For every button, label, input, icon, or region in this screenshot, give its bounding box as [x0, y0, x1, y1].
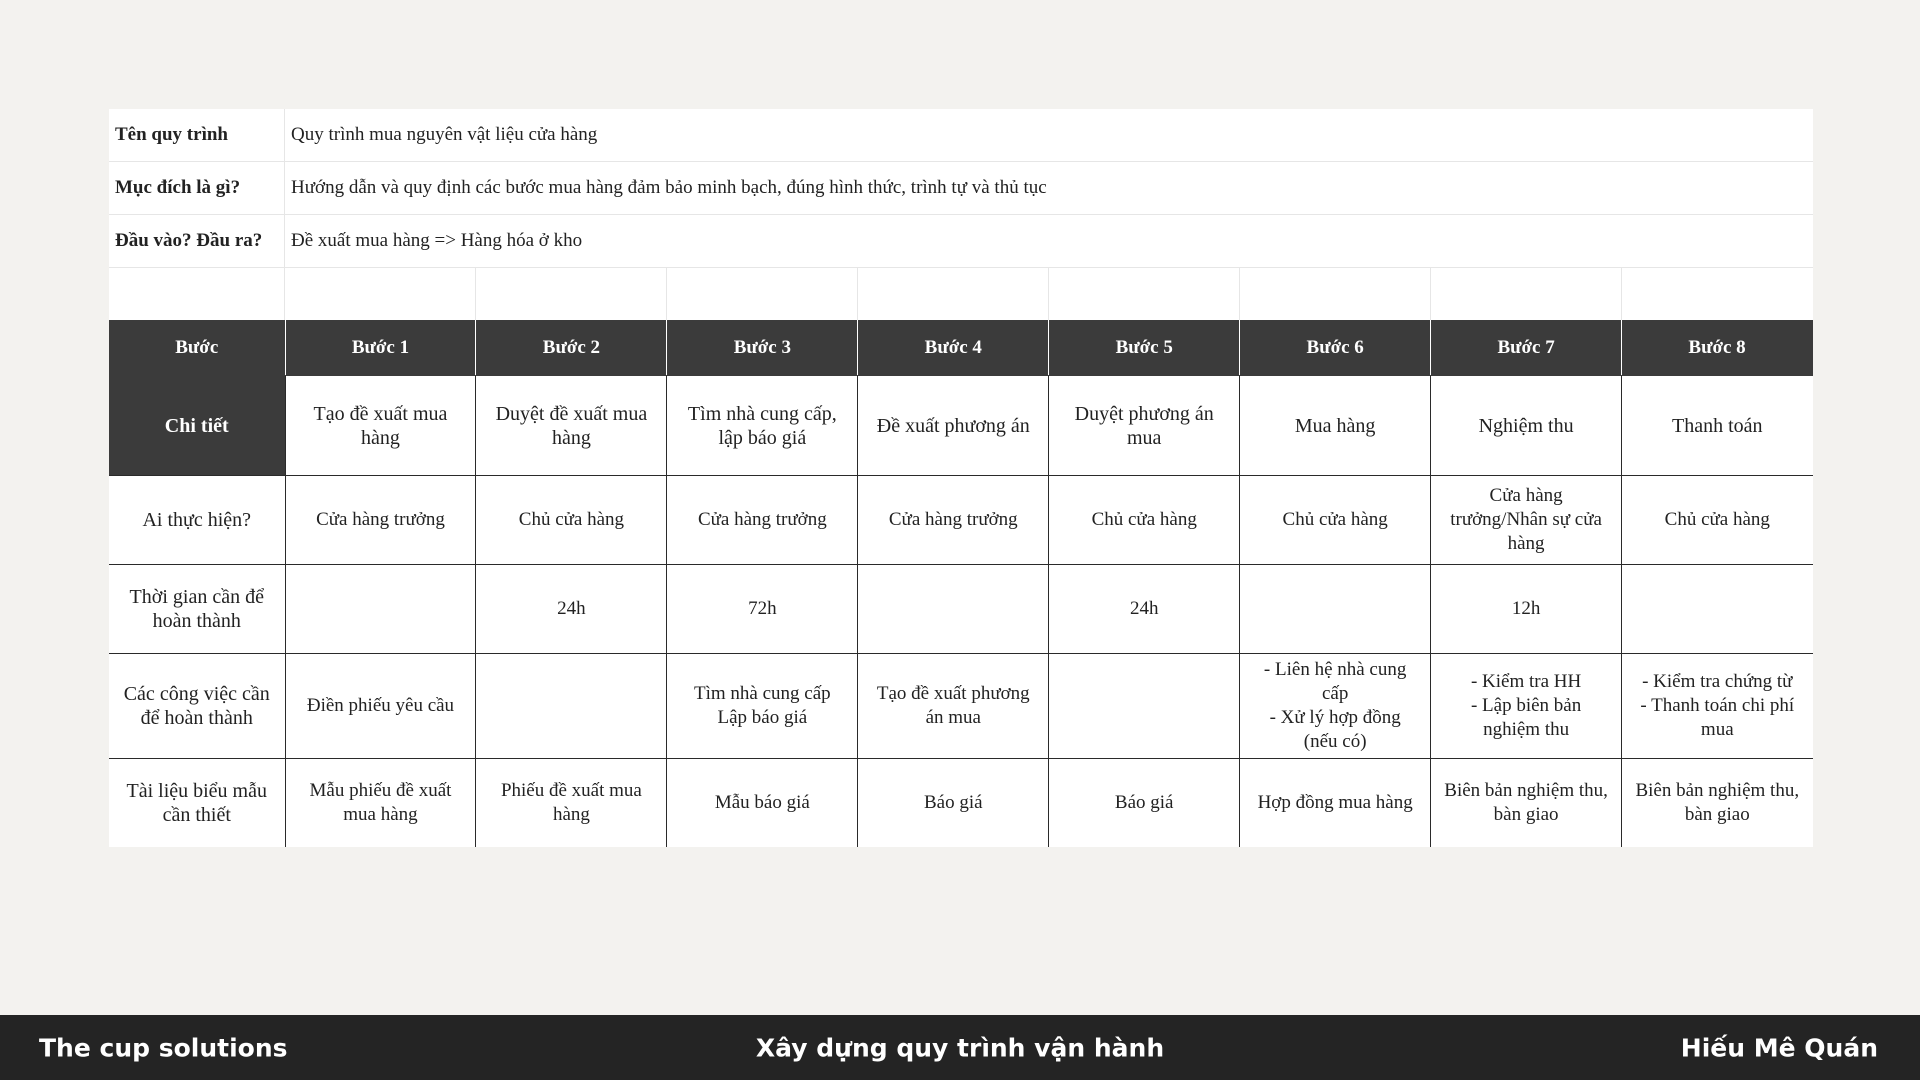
table-cell: Hợp đồng mua hàng	[1239, 758, 1432, 847]
row-label: Ai thực hiện?	[109, 475, 286, 565]
table-cell: Cửa hàng trưởng	[857, 475, 1050, 565]
table-cell	[475, 653, 668, 759]
table-cell: Mẫu phiếu đề xuất mua hàng	[284, 758, 477, 847]
table-cell: 24h	[1048, 564, 1241, 654]
table-cell: Chủ cửa hàng	[1621, 475, 1813, 565]
table-cell: Điền phiếu yêu cầu	[284, 653, 477, 759]
table-cell: Cửa hàng trưởng	[666, 475, 859, 565]
table-cell: Tạo đề xuất mua hàng	[284, 375, 477, 476]
table-cell	[284, 564, 477, 654]
table-cell	[1048, 653, 1241, 759]
header-cell: Bước 6	[1239, 320, 1432, 376]
table-cell: Chủ cửa hàng	[475, 475, 668, 565]
table-cell	[857, 564, 1050, 654]
table-cell: Cửa hàng trưởng	[284, 475, 477, 565]
table-cell: Duyệt phương án mua	[1048, 375, 1241, 476]
row-label: Các công việc cần để hoàn thành	[109, 653, 286, 759]
meta-value: Quy trình mua nguyên vật liệu cửa hàng	[291, 124, 598, 145]
spacer-row	[109, 268, 1813, 320]
header-cell: Bước 5	[1048, 320, 1241, 376]
meta-value: Hướng dẫn và quy định các bước mua hàng …	[291, 177, 1047, 198]
table-row: Thời gian cần để hoàn thành 24h 72h 24h …	[109, 564, 1813, 654]
row-label: Thời gian cần để hoàn thành	[109, 564, 286, 654]
table-cell: Biên bản nghiệm thu, bàn giao	[1621, 758, 1813, 847]
table-cell: Báo giá	[1048, 758, 1241, 847]
row-label: Chi tiết	[109, 375, 286, 476]
table-cell: 24h	[475, 564, 668, 654]
header-cell: Bước 1	[284, 320, 477, 376]
table-header-row: Bước Bước 1 Bước 2 Bước 3 Bước 4 Bước 5 …	[109, 320, 1813, 376]
table-cell: Đề xuất phương án	[857, 375, 1050, 476]
footer-brand: The cup solutions	[39, 1033, 288, 1062]
header-cell: Bước	[109, 320, 286, 376]
table-cell: Báo giá	[857, 758, 1050, 847]
table-cell: Duyệt đề xuất mua hàng	[475, 375, 668, 476]
footer-title: Xây dựng quy trình vận hành	[755, 1033, 1165, 1062]
meta-row-purpose: Mục đích là gì? Hướng dẫn và quy định cá…	[109, 162, 1813, 215]
table-cell: Tìm nhà cung cấp, lập báo giá	[666, 375, 859, 476]
table-cell: Tạo đề xuất phương án mua	[857, 653, 1050, 759]
table-cell: Chủ cửa hàng	[1048, 475, 1241, 565]
table-cell	[1621, 564, 1813, 654]
footer-author: Hiếu Mê Quán	[1680, 1033, 1878, 1062]
footer-bar: The cup solutions Xây dựng quy trình vận…	[0, 1015, 1920, 1080]
table-cell: - Kiểm tra chứng từ - Thanh toán chi phí…	[1621, 653, 1813, 759]
table-cell: 12h	[1430, 564, 1623, 654]
table-cell: Mua hàng	[1239, 375, 1432, 476]
table-cell: Nghiệm thu	[1430, 375, 1623, 476]
header-cell: Bước 2	[475, 320, 668, 376]
header-cell: Bước 8	[1621, 320, 1813, 376]
table-cell	[1239, 564, 1432, 654]
meta-row-name: Tên quy trình Quy trình mua nguyên vật l…	[109, 109, 1813, 162]
header-cell: Bước 7	[1430, 320, 1623, 376]
process-steps-table: Bước Bước 1 Bước 2 Bước 3 Bước 4 Bước 5 …	[109, 320, 1813, 847]
table-cell: 72h	[666, 564, 859, 654]
header-cell: Bước 4	[857, 320, 1050, 376]
table-cell: Mẫu báo giá	[666, 758, 859, 847]
table-cell: Cửa hàng trưởng/Nhân sự cửa hàng	[1430, 475, 1623, 565]
table-cell: - Liên hệ nhà cung cấp - Xử lý hợp đồng …	[1239, 653, 1432, 759]
header-cell: Bước 3	[666, 320, 859, 376]
table-row: Ai thực hiện? Cửa hàng trưởng Chủ cửa hà…	[109, 475, 1813, 565]
table-cell: Chủ cửa hàng	[1239, 475, 1432, 565]
meta-label: Mục đích là gì?	[109, 162, 285, 214]
table-cell: - Kiểm tra HH - Lập biên bản nghiệm thu	[1430, 653, 1623, 759]
table-cell: Tìm nhà cung cấp Lập báo giá	[666, 653, 859, 759]
table-cell: Phiếu đề xuất mua hàng	[475, 758, 668, 847]
table-row: Các công việc cần để hoàn thành Điền phi…	[109, 653, 1813, 759]
meta-value: Đề xuất mua hàng => Hàng hóa ở kho	[291, 230, 583, 251]
table-row: Tài liệu biểu mẫu cần thiết Mẫu phiếu đề…	[109, 758, 1813, 847]
table-row: Chi tiết Tạo đề xuất mua hàng Duyệt đề x…	[109, 375, 1813, 476]
table-cell: Biên bản nghiệm thu, bàn giao	[1430, 758, 1623, 847]
meta-row-io: Đầu vào? Đầu ra? Đề xuất mua hàng => Hàn…	[109, 215, 1813, 268]
table-cell: Thanh toán	[1621, 375, 1813, 476]
meta-label: Tên quy trình	[109, 109, 285, 161]
meta-label: Đầu vào? Đầu ra?	[109, 215, 285, 267]
process-sheet: Tên quy trình Quy trình mua nguyên vật l…	[109, 109, 1813, 847]
row-label: Tài liệu biểu mẫu cần thiết	[109, 758, 286, 847]
